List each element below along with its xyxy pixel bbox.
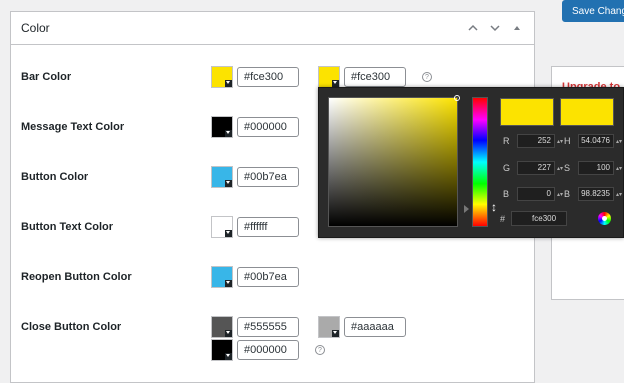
brightness-label: B [564, 189, 571, 199]
save-changes-button[interactable]: Save Chang [562, 0, 624, 22]
brightness-input[interactable]: 98.8235 [578, 187, 614, 201]
spinner-icon[interactable]: ▴▾ [616, 165, 622, 172]
chevron-up-icon [468, 24, 478, 31]
brightness-field: B 98.8235 ▴▾ [564, 187, 622, 201]
caret-down-icon [225, 180, 232, 187]
color-swatch-button[interactable] [318, 66, 340, 88]
color-swatch-button[interactable] [211, 116, 233, 138]
color-field: #555555 [211, 316, 299, 338]
spinner-icon[interactable]: ▴▾ [557, 138, 563, 145]
caret-down-icon [332, 80, 339, 87]
color-wheel-icon[interactable] [598, 212, 611, 225]
color-swatch-button[interactable] [211, 166, 233, 188]
saturation-input[interactable]: 100 [578, 161, 614, 175]
color-picker-popup: ↕ R 252 ▴▾ H 54.0476 ▴▾ G 227 ▴▾ S 100 ▴… [318, 87, 624, 238]
row-label: Button Color [21, 171, 89, 183]
picker-hex-input[interactable]: fce300 [511, 211, 568, 226]
hex-color-input[interactable]: #000000 [237, 340, 299, 360]
row-label: Reopen Button Color [21, 271, 132, 283]
hex-color-input[interactable]: #fce300 [344, 67, 406, 87]
sv-handle[interactable] [454, 95, 460, 101]
hex-color-input[interactable]: #fce300 [237, 67, 299, 87]
color-field: #fce300 ? [318, 66, 432, 88]
hex-color-input[interactable]: #aaaaaa [344, 317, 406, 337]
hex-color-input[interactable]: #00b7ea [237, 267, 299, 287]
green-field: G 227 ▴▾ [503, 161, 563, 175]
panel-header: Color [11, 12, 534, 45]
hex-field: # fce300 [500, 211, 568, 226]
color-swatch-button[interactable] [211, 266, 233, 288]
resize-cursor-icon: ↕ [491, 200, 497, 214]
move-up-button[interactable] [462, 17, 484, 39]
blue-field: B 0 ▴▾ [503, 187, 563, 201]
caret-down-icon [225, 353, 232, 360]
current-color-preview[interactable] [560, 98, 614, 126]
color-field: #000000 ? [211, 339, 325, 361]
hue-label: H [564, 136, 571, 146]
hex-color-input[interactable]: #ffffff [237, 217, 299, 237]
spinner-icon[interactable]: ▴▾ [557, 165, 563, 172]
hex-label: # [500, 213, 506, 224]
row-label: Close Button Color [21, 321, 122, 333]
caret-down-icon [225, 80, 232, 87]
hue-slider[interactable] [472, 97, 488, 227]
caret-down-icon [332, 330, 339, 337]
hex-color-input[interactable]: #00b7ea [237, 167, 299, 187]
help-icon[interactable]: ? [315, 345, 325, 355]
caret-down-icon [225, 130, 232, 137]
blue-input[interactable]: 0 [517, 187, 555, 201]
spinner-icon[interactable]: ▴▾ [616, 138, 622, 145]
green-input[interactable]: 227 [517, 161, 555, 175]
caret-down-icon [225, 280, 232, 287]
red-field: R 252 ▴▾ [503, 134, 563, 148]
color-field: #ffffff [211, 216, 299, 238]
hex-color-input[interactable]: #000000 [237, 117, 299, 137]
red-input[interactable]: 252 [517, 134, 555, 148]
color-field: #000000 [211, 116, 299, 138]
caret-down-icon [225, 230, 232, 237]
color-field: #00b7ea [211, 166, 299, 188]
help-icon[interactable]: ? [422, 72, 432, 82]
new-color-preview [500, 98, 554, 126]
spinner-icon[interactable]: ▴▾ [557, 191, 563, 198]
blue-label: B [503, 189, 510, 199]
caret-down-icon [225, 330, 232, 337]
saturation-field: S 100 ▴▾ [564, 161, 622, 175]
row-label: Bar Color [21, 71, 72, 83]
color-swatch-button[interactable] [211, 316, 233, 338]
color-swatch-button[interactable] [211, 66, 233, 88]
saturation-label: S [564, 163, 571, 173]
triangle-up-icon [514, 26, 520, 30]
row-label: Message Text Color [21, 121, 125, 133]
color-field: #00b7ea [211, 266, 299, 288]
color-field: #aaaaaa [318, 316, 406, 338]
toggle-panel-button[interactable] [506, 17, 528, 39]
color-swatch-button[interactable] [211, 339, 233, 361]
panel-title: Color [21, 21, 50, 35]
hue-field: H 54.0476 ▴▾ [564, 134, 622, 148]
hue-input[interactable]: 54.0476 [578, 134, 614, 148]
row-label: Button Text Color [21, 221, 114, 233]
chevron-down-icon [490, 25, 500, 32]
hue-arrow-icon [464, 205, 469, 213]
color-swatch-button[interactable] [318, 316, 340, 338]
spinner-icon[interactable]: ▴▾ [616, 191, 622, 198]
color-field: #fce300 [211, 66, 299, 88]
color-swatch-button[interactable] [211, 216, 233, 238]
hex-color-input[interactable]: #555555 [237, 317, 299, 337]
saturation-value-area[interactable] [328, 95, 460, 227]
red-label: R [503, 136, 510, 146]
move-down-button[interactable] [484, 17, 506, 39]
green-label: G [503, 163, 511, 173]
